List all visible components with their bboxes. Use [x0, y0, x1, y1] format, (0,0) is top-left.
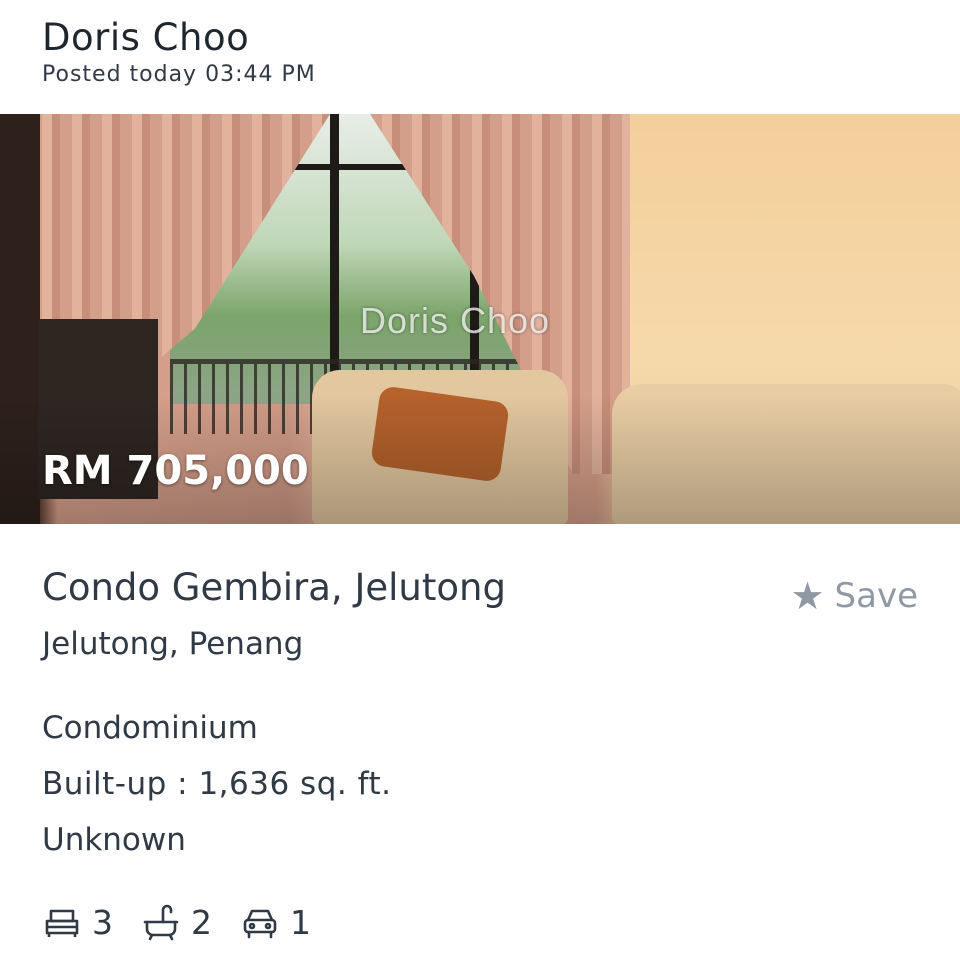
save-label: Save [834, 576, 918, 616]
bedrooms-feature: 3 [42, 902, 113, 942]
star-icon: ★ [790, 574, 825, 618]
listing-photo[interactable]: Doris Choo RM 705,000 [0, 114, 960, 524]
bedrooms-count: 3 [92, 902, 113, 942]
tenure: Unknown [42, 822, 186, 858]
listing-location: Jelutong, Penang [42, 626, 304, 662]
agent-name[interactable]: Doris Choo [42, 14, 316, 62]
price-label: RM 705,000 [42, 448, 309, 494]
listing-header: Doris Choo Posted today 03:44 PM [42, 14, 316, 87]
features-row: 3 2 1 [42, 902, 339, 942]
listing-title[interactable]: Condo Gembira, Jelutong [42, 566, 506, 609]
bed-icon [45, 909, 79, 937]
parking-count: 1 [290, 902, 311, 942]
bathrooms-count: 2 [191, 902, 212, 942]
built-up-size: Built-up : 1,636 sq. ft. [42, 766, 392, 802]
posted-time: Posted today 03:44 PM [42, 62, 316, 87]
photo-watermark: Doris Choo [360, 300, 551, 341]
property-type: Condominium [42, 710, 258, 746]
bathrooms-feature: 2 [141, 902, 212, 942]
bathtub-icon [143, 904, 179, 941]
parking-feature: 1 [240, 902, 311, 942]
save-button[interactable]: ★ Save [790, 574, 918, 618]
car-icon [243, 909, 277, 939]
